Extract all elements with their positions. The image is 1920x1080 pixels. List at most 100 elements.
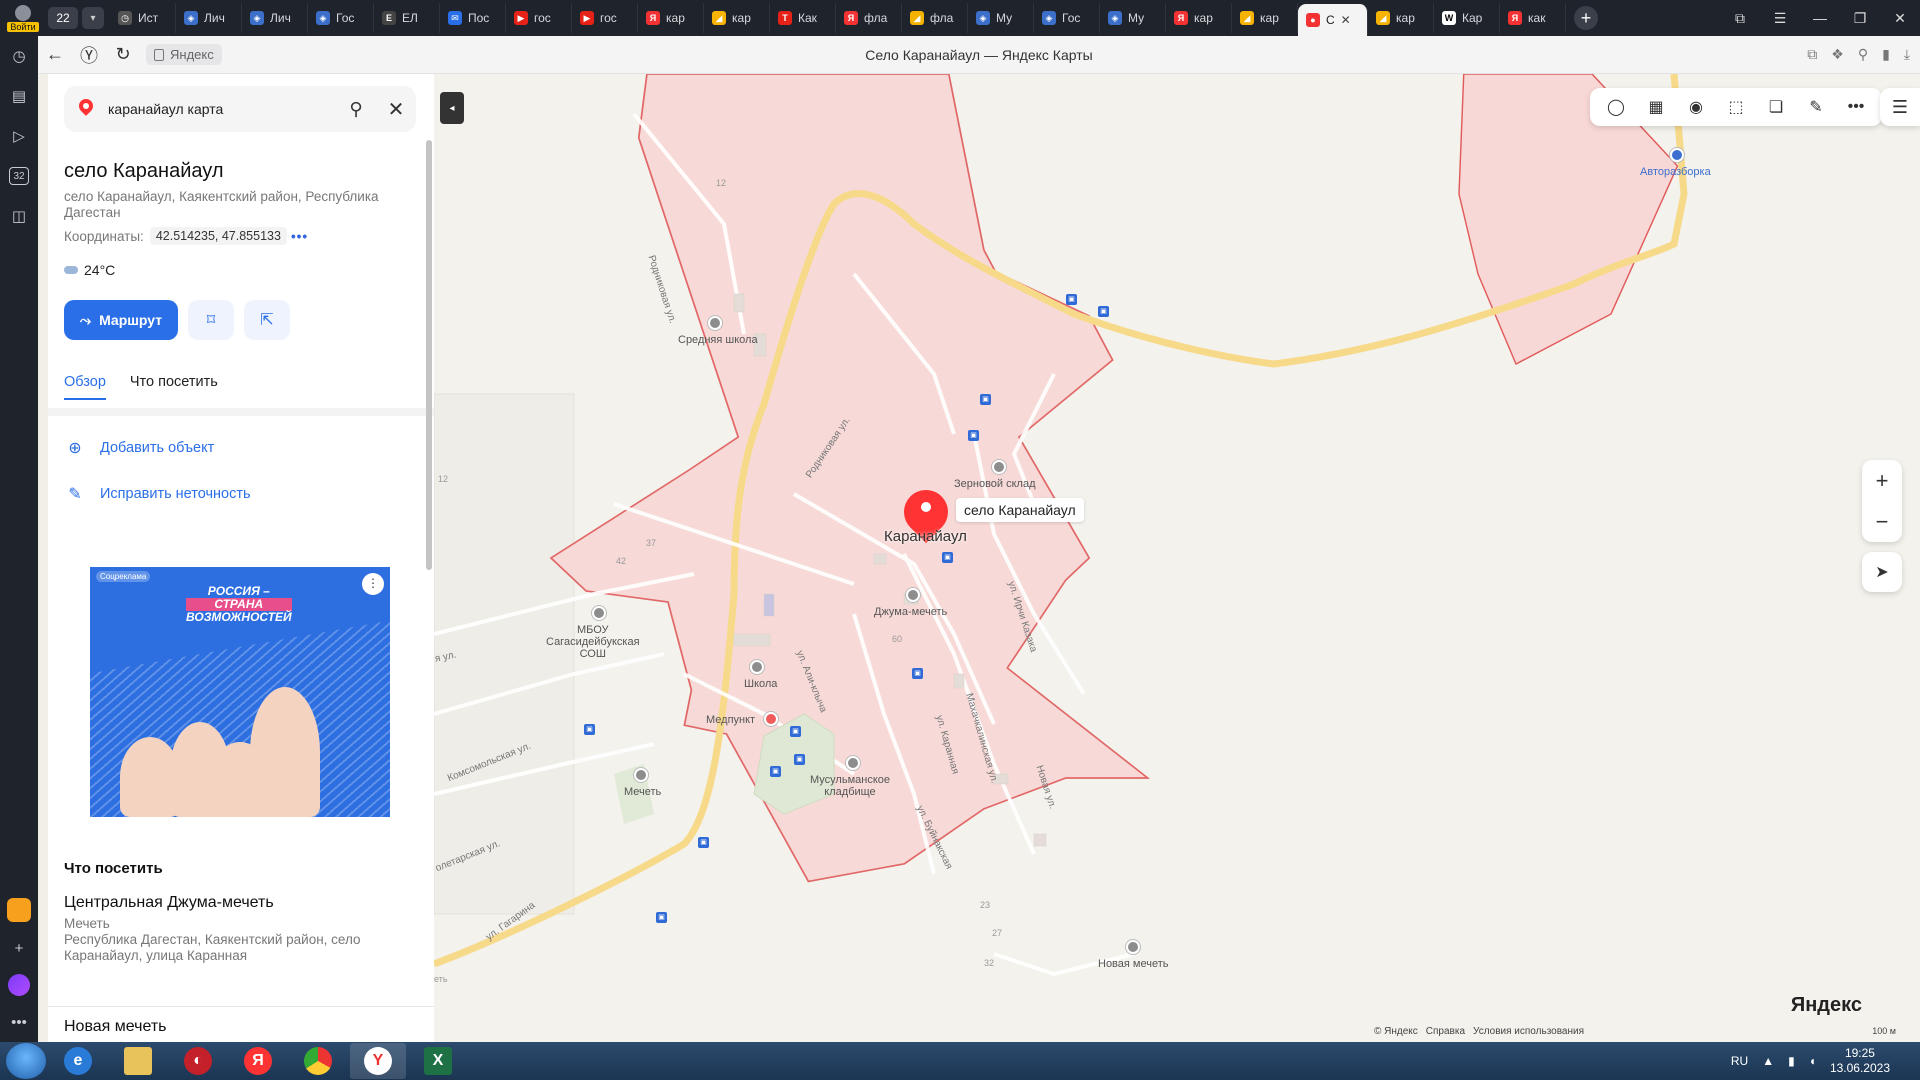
map-type-icon[interactable]: ▦ [1636,88,1676,126]
more-tools-icon[interactable]: ••• [1836,88,1876,126]
poi-mosque[interactable]: Мечеть [624,786,661,798]
bus-stop-icon[interactable]: ▣ [942,552,953,563]
ad-banner[interactable]: Соцреклама РОССИЯ – СТРАНА ВОЗМОЖНОСТЕЙ … [90,567,390,817]
browser-tab[interactable]: ✉ Пос [440,3,506,33]
granary-icon[interactable] [992,460,1006,474]
school-icon[interactable] [592,606,606,620]
taskbar-ie[interactable]: e [50,1043,106,1079]
downloads-icon[interactable]: ⤓ [1904,46,1910,63]
new-tab-button[interactable]: + [1574,6,1598,30]
taskbar-chrome[interactable] [290,1043,346,1079]
poi-medpunkt[interactable]: Медпункт [706,714,755,726]
taskbar-yandex[interactable]: Я [230,1043,286,1079]
tab-overview[interactable]: Обзор [64,374,106,400]
add-object-link[interactable]: ⊕ Добавить объект [64,438,214,458]
school-icon[interactable] [708,316,722,330]
bookmarks-icon[interactable]: ⧉ [1720,10,1760,27]
panel-scrollbar[interactable] [426,140,432,570]
add-panel-icon[interactable]: + [0,928,38,968]
volume-icon[interactable]: ◖ [1809,1054,1816,1068]
tab-counter[interactable]: 22 [48,7,78,29]
search-input[interactable]: каранайаул карта [108,101,336,117]
browser-tab[interactable]: Е ЕЛ [374,3,440,33]
mail-icon[interactable] [7,898,31,922]
browser-tab[interactable]: ▶ гос [572,3,638,33]
poi-new-mosque[interactable]: Новая мечеть [1098,958,1168,970]
video-icon[interactable]: ▷ [0,116,38,156]
browser-tab[interactable]: ◢ фла [902,3,968,33]
browser-tab[interactable]: ◈ Гос [1034,3,1100,33]
browser-tab[interactable]: ◈ Гос [308,3,374,33]
place-item[interactable]: Новая мечеть [64,1018,414,1040]
more-dots-icon[interactable]: ••• [291,229,308,244]
ruler-icon[interactable]: ✎ [1796,88,1836,126]
bus-stop-icon[interactable]: ▣ [1066,294,1077,305]
bus-stop-icon[interactable]: ▣ [770,766,781,777]
translate-icon[interactable]: ⧉ [1807,46,1817,63]
login-button[interactable]: Войти [0,0,46,36]
yandex-home-icon[interactable]: Ⓨ [72,42,106,68]
collections-icon[interactable]: ▤ [0,76,38,116]
browser-tab[interactable]: Якар [1166,3,1232,33]
screenshot-icon[interactable]: ◫ [0,196,38,236]
cemetery-icon[interactable] [846,756,860,770]
poi-school[interactable]: Школа [744,678,777,690]
bus-stop-icon[interactable]: ▣ [584,724,595,735]
browser-tab[interactable]: W Кар [1434,3,1500,33]
tab-visit[interactable]: Что посетить [130,374,218,400]
panorama-icon[interactable]: ◉ [1676,88,1716,126]
zoom-in-button[interactable]: + [1862,460,1902,501]
ad-menu-icon[interactable]: ⋮ [362,573,384,595]
browser-tab[interactable]: ◢ кар [704,3,770,33]
poi-mbou[interactable]: МБОУ Сагасидейбукская СОШ [546,624,640,660]
marker-label[interactable]: село Каранайаул [956,498,1084,522]
taskbar-yandex-browser[interactable]: Y [350,1043,406,1079]
car-icon[interactable] [1670,148,1684,162]
calendar-icon[interactable]: 32 [0,156,38,196]
close-icon[interactable]: ✕ [376,97,416,122]
reload-icon[interactable]: ↻ [106,44,140,65]
browser-tab[interactable]: ◷ Ист [110,3,176,33]
transport-icon[interactable]: ⬚ [1716,88,1756,126]
browser-tab[interactable]: T Как [770,3,836,33]
bus-stop-icon[interactable]: ▣ [1098,306,1109,317]
poi-autoparts[interactable]: Авторазборка [1640,166,1711,178]
school-icon[interactable] [750,660,764,674]
clock[interactable]: 19:25 13.06.2023 [1830,1046,1890,1076]
search-box[interactable]: каранайаул карта ⚲ ✕ [64,86,416,132]
close-window-icon[interactable]: ✕ [1880,10,1920,27]
network-icon[interactable]: ▮ [1788,1054,1795,1068]
back-icon[interactable]: ← [38,44,72,65]
close-tab-icon[interactable]: ✕ [1341,13,1351,27]
bus-stop-icon[interactable]: ▣ [794,754,805,765]
collapse-panel-button[interactable]: ◂ [440,92,464,124]
browser-tab[interactable]: Яфла [836,3,902,33]
place-item[interactable]: Центральная Джума-мечеть Мечеть Республи… [64,894,414,964]
more-icon[interactable]: ••• [0,1002,38,1042]
terms-link[interactable]: Условия использования [1473,1026,1584,1037]
poi-cemetery[interactable]: Мусульманское кладбище [810,774,890,798]
browser-tab[interactable]: ◢ кар [1368,3,1434,33]
taskbar-app[interactable]: ◐ [170,1043,226,1079]
poi-granary[interactable]: Зерновой склад [954,478,1036,490]
maximize-icon[interactable]: ❐ [1840,10,1880,27]
map-menu-icon[interactable]: ☰ [1880,88,1920,126]
domain-chip[interactable]: Яндекс [146,44,222,65]
bus-stop-icon[interactable]: ▣ [980,394,991,405]
browser-tab[interactable]: Якар [638,3,704,33]
layers-icon[interactable]: ◯ [1596,88,1636,126]
poi-school-mid[interactable]: Средняя школа [678,334,758,346]
taskbar-excel[interactable]: X [410,1043,466,1079]
search-icon[interactable]: ⚲ [336,99,376,120]
bus-stop-icon[interactable]: ▣ [912,668,923,679]
bus-stop-icon[interactable]: ▣ [698,837,709,848]
browser-tab[interactable]: ◈ Му [1100,3,1166,33]
help-link[interactable]: Справка [1426,1026,1465,1037]
mosque-icon[interactable] [1126,940,1140,954]
browser-tab[interactable]: ◢ кар [1232,3,1298,33]
browser-tab[interactable]: ◈ Лич [242,3,308,33]
bus-stop-icon[interactable]: ▣ [968,430,979,441]
bus-stop-icon[interactable]: ▣ [656,912,667,923]
language-indicator[interactable]: RU [1731,1054,1748,1068]
mosque-icon[interactable] [906,588,920,602]
